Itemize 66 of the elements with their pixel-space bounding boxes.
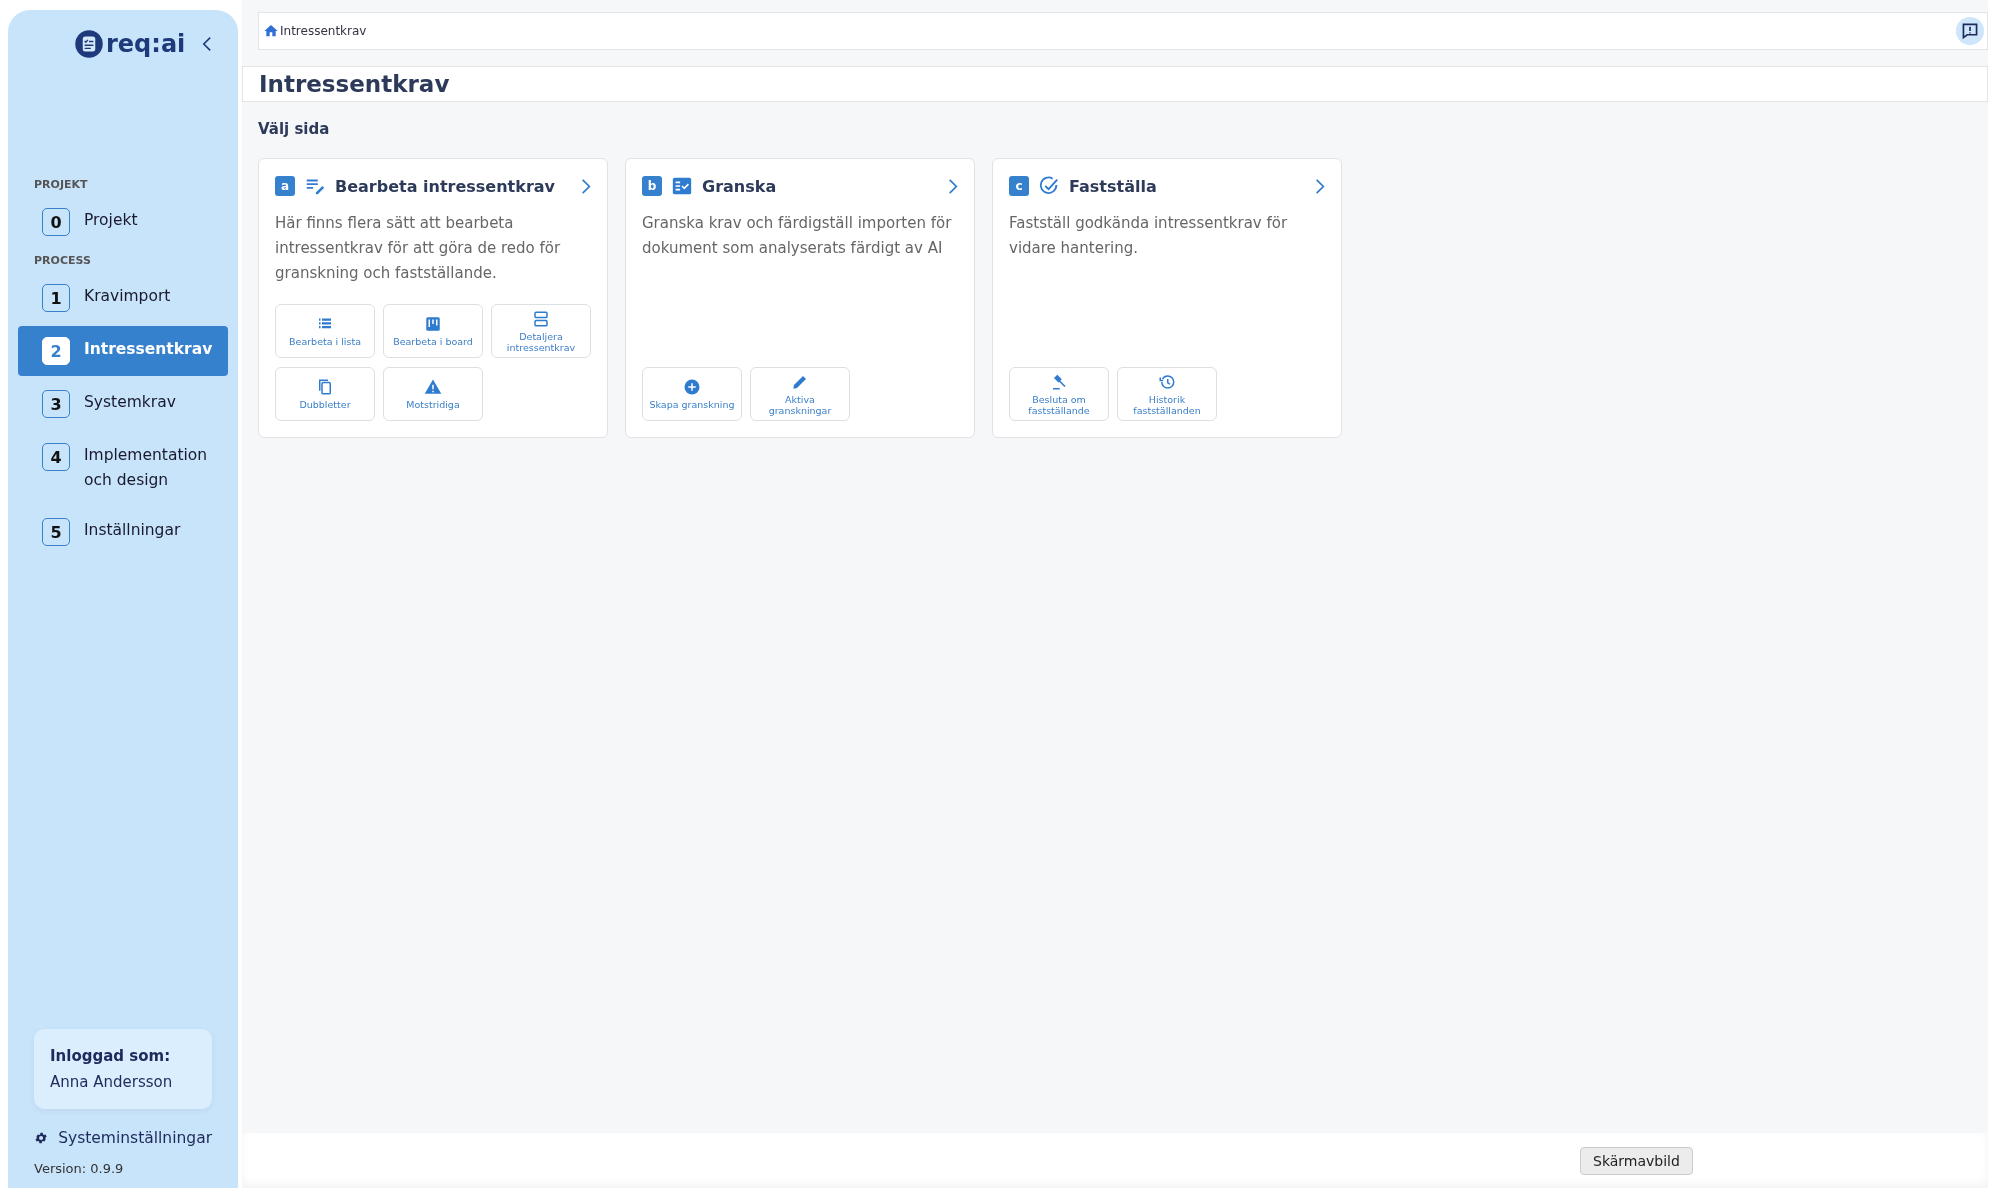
section-heading: Välj sida [258, 120, 331, 138]
card-description: Granska krav och färdigställ importen för dokument som analyserats färdigt av AI [642, 213, 953, 259]
action-button[interactable]: Dubbletter [275, 367, 375, 421]
section-heading: PROCESS [33, 254, 92, 267]
chevron-right-icon[interactable] [581, 177, 591, 195]
navigation-card[interactable] [258, 158, 608, 438]
card-title: Fastställa [1069, 176, 1158, 196]
letter-badge: c [1009, 176, 1029, 196]
clipboard-logo-icon [74, 29, 104, 59]
action-button[interactable]: Bearbeta i board [383, 304, 483, 358]
plus-circle-icon [683, 378, 701, 396]
letter-badge: b [642, 176, 662, 196]
step-number: 1 [42, 284, 70, 312]
user-name: Anna Andersson [50, 1073, 174, 1091]
nav-label: Systemkrav [84, 392, 176, 413]
nav-label: Kravimport [84, 286, 171, 307]
action-button[interactable]: Bearbeta i lista [275, 304, 375, 358]
checklist-icon [671, 175, 693, 197]
nav-item[interactable]: 0 Projekt [18, 197, 228, 247]
user-label: Inloggad som: [50, 1047, 172, 1065]
nav-label: Implementation och design [84, 445, 209, 491]
action-button[interactable]: Historik fastställanden [1117, 367, 1217, 421]
history-icon [1158, 372, 1176, 391]
step-number: 4 [42, 443, 70, 471]
nav-label: Intressentkrav [84, 339, 213, 360]
chevron-right-icon[interactable] [948, 177, 958, 195]
step-number: 3 [42, 390, 70, 418]
gavel-icon [1050, 372, 1068, 391]
card-title: Bearbeta intressentkrav [335, 176, 556, 196]
card-description: Fastställ godkända intressentkrav för vidare hantering. [1009, 213, 1289, 259]
check-circle-icon [1038, 175, 1060, 197]
version-text: Version: 0.9.9 [33, 1161, 125, 1176]
board-icon [424, 315, 442, 333]
step-number: 5 [42, 518, 70, 546]
letter-badge: a [275, 176, 295, 196]
settings-link[interactable]: Systeminställningar [18, 1129, 228, 1147]
nav-label: Projekt [84, 210, 138, 231]
stacked-rows-icon [532, 309, 550, 328]
nav-label: Inställningar [84, 520, 181, 541]
feedback-icon[interactable] [1955, 16, 1985, 46]
page-title: Intressentkrav [259, 71, 450, 97]
nav-item[interactable]: 2 Intressentkrav [18, 326, 228, 376]
home-icon[interactable] [263, 23, 279, 39]
nav-item[interactable]: 1 Kravimport [18, 273, 228, 323]
action-button[interactable]: Motstridiga [383, 367, 483, 421]
step-number: 2 [42, 337, 70, 365]
nav-item[interactable]: 5 Inställningar [18, 507, 228, 557]
step-number: 0 [42, 208, 70, 236]
nav-item[interactable]: 3 Systemkrav [18, 379, 228, 429]
card-title: Granska [702, 176, 778, 196]
navigation-card[interactable]: b Granska Granska krav och färdigställ importen för dokument som analyserats färdigt av AI Skapa granskning Aktiva granskningar [625, 158, 975, 438]
breadcrumb-item[interactable]: Intressentkrav [280, 24, 367, 38]
action-button[interactable]: Detaljera intressentkrav [491, 304, 591, 358]
copy-icon [316, 378, 334, 396]
warning-icon [424, 378, 442, 396]
tooltip: Skärmavbild [1580, 1146, 1693, 1175]
navigation-card[interactable]: c Fastställa Fastställ godkända intressentkrav för vidare hantering. Besluta om fastställande Historik fastställanden [992, 158, 1342, 438]
chevron-left-icon[interactable] [202, 36, 212, 52]
action-button[interactable]: Besluta om fastställande [1009, 367, 1109, 421]
action-button[interactable]: Aktiva granskningar [750, 367, 850, 421]
chevron-right-icon[interactable] [1315, 177, 1325, 195]
card-description: Här finns flera sätt att bearbeta intressentkrav för att göra de redo för granskning och fastställande. [275, 213, 562, 284]
section-heading: PROJEKT [33, 178, 89, 191]
nav-item[interactable]: 4 Implementation och design [18, 432, 228, 504]
action-button[interactable]: Skapa granskning [642, 367, 742, 421]
logo-text: req:ai [106, 30, 186, 58]
